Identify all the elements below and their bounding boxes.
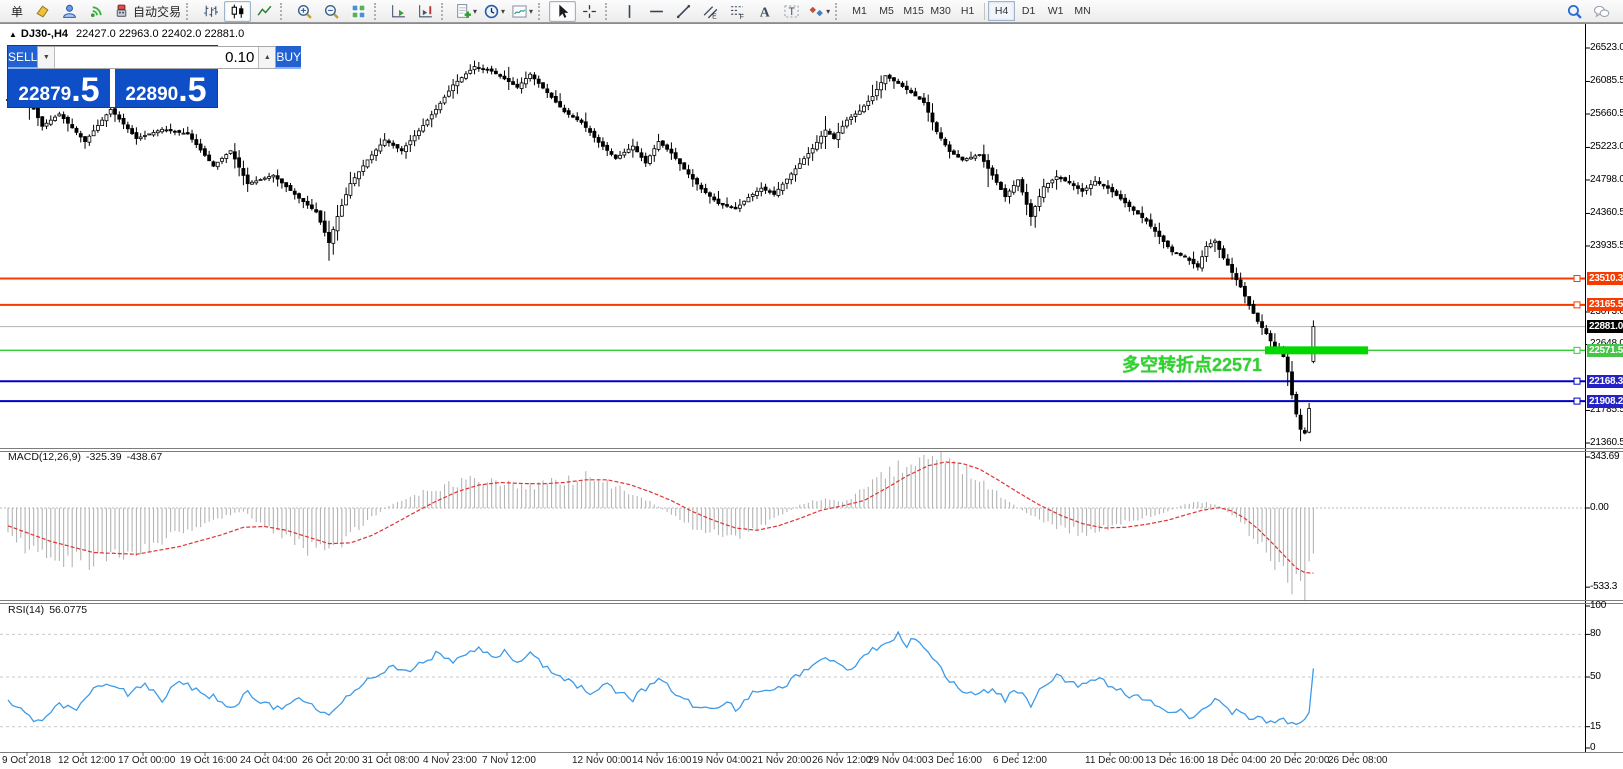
line-handle [1573, 397, 1581, 405]
volume-input[interactable] [55, 47, 259, 68]
volume-decrease-button[interactable]: ▼ [38, 47, 56, 68]
volume-increase-button[interactable]: ▲ [258, 47, 276, 68]
level-lines [0, 277, 1585, 403]
buy-price[interactable]: 22890.5 [115, 69, 217, 107]
chart-canvas[interactable] [0, 0, 1623, 769]
mt4-window: 单自动交易 ▾ ▾ ▾ E F A T ▾ M1 M5 M15 M30 H1 H4 D1 W1 MN ▲ DJ30-… [0, 0, 1623, 769]
pivot-highlight-bar [1265, 346, 1368, 355]
sell-button[interactable]: SELL [8, 46, 38, 69]
line-handle [1573, 275, 1581, 283]
line-handle [1573, 301, 1581, 309]
one-click-trading-panel: SELL ▼ ▲ BUY 22879.5 22890.5 [7, 45, 302, 108]
chart-frame [0, 23, 1623, 756]
line-handle [1573, 346, 1581, 354]
rsi-panel [0, 630, 1585, 728]
candlesticks [6, 60, 1316, 442]
sell-price-int: 22879 [18, 84, 72, 106]
sell-price-fraction: .5 [71, 71, 100, 110]
buy-price-fraction: .5 [178, 71, 207, 110]
macd-panel [0, 451, 1585, 602]
line-handle [1573, 377, 1581, 385]
buy-price-int: 22890 [125, 84, 179, 106]
sell-price[interactable]: 22879.5 [8, 69, 110, 107]
buy-button[interactable]: BUY [276, 46, 302, 69]
